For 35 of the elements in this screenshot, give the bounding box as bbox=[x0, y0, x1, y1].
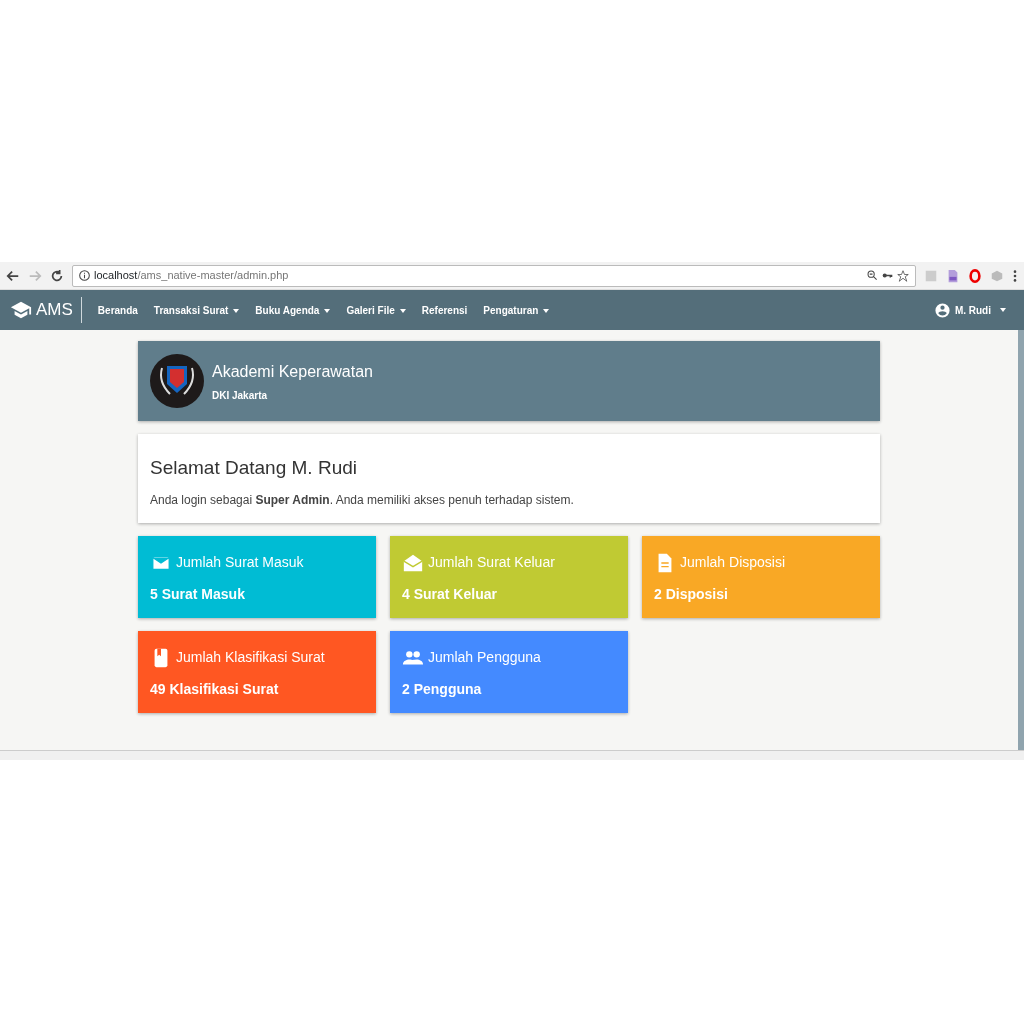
extension-icon[interactable] bbox=[946, 268, 960, 283]
header-title: Akademi Keperawatan bbox=[212, 361, 373, 382]
logo bbox=[150, 354, 204, 408]
stat-value: 4 Surat Keluar bbox=[402, 584, 498, 604]
nav-link[interactable]: Buku Agenda bbox=[247, 302, 339, 318]
graduation-cap-icon bbox=[10, 299, 32, 321]
stat-title: Jumlah Surat Masuk bbox=[176, 553, 304, 572]
user-menu[interactable]: M. Rudi bbox=[925, 301, 1014, 319]
address-bar[interactable]: localhost/ams_native-master/admin.php bbox=[72, 264, 916, 287]
stat-title: Jumlah Disposisi bbox=[680, 553, 786, 572]
nav-link[interactable]: Pengaturan bbox=[475, 302, 558, 318]
welcome-title: Selamat Datang M. Rudi bbox=[150, 456, 358, 480]
url-text: localhost/ams_native-master/admin.php bbox=[94, 268, 290, 284]
welcome-text: Anda login sebagai Super Admin. Anda memiliki akses penuh terhadap sistem. bbox=[150, 491, 575, 509]
star-icon[interactable] bbox=[897, 269, 909, 282]
stat-value: 49 Klasifikasi Surat bbox=[150, 679, 280, 699]
stat-title: Jumlah Klasifikasi Surat bbox=[176, 648, 325, 667]
extension-icon[interactable] bbox=[968, 268, 982, 283]
menu-icon[interactable] bbox=[1012, 268, 1018, 283]
stat-title: Jumlah Surat Keluar bbox=[428, 553, 555, 572]
nav-link[interactable]: Beranda bbox=[89, 302, 146, 318]
brand-link[interactable]: AMS bbox=[10, 297, 82, 323]
reload-icon[interactable] bbox=[50, 268, 64, 283]
user-icon bbox=[933, 301, 951, 319]
header-subtitle: DKI Jakarta bbox=[212, 388, 269, 403]
nav-link[interactable]: Galeri File bbox=[338, 302, 414, 318]
zoom-icon[interactable] bbox=[867, 270, 878, 281]
stat-title: Jumlah Pengguna bbox=[428, 648, 541, 667]
info-icon bbox=[79, 270, 90, 281]
stat-value: 2 Disposisi bbox=[654, 584, 729, 604]
stat-value: 2 Pengguna bbox=[402, 679, 483, 699]
back-icon[interactable] bbox=[6, 268, 20, 283]
nav-link[interactable]: Transaksi Surat bbox=[145, 302, 248, 318]
nav-link[interactable]: Referensi bbox=[413, 302, 476, 318]
stat-value: 5 Surat Masuk bbox=[150, 584, 246, 604]
